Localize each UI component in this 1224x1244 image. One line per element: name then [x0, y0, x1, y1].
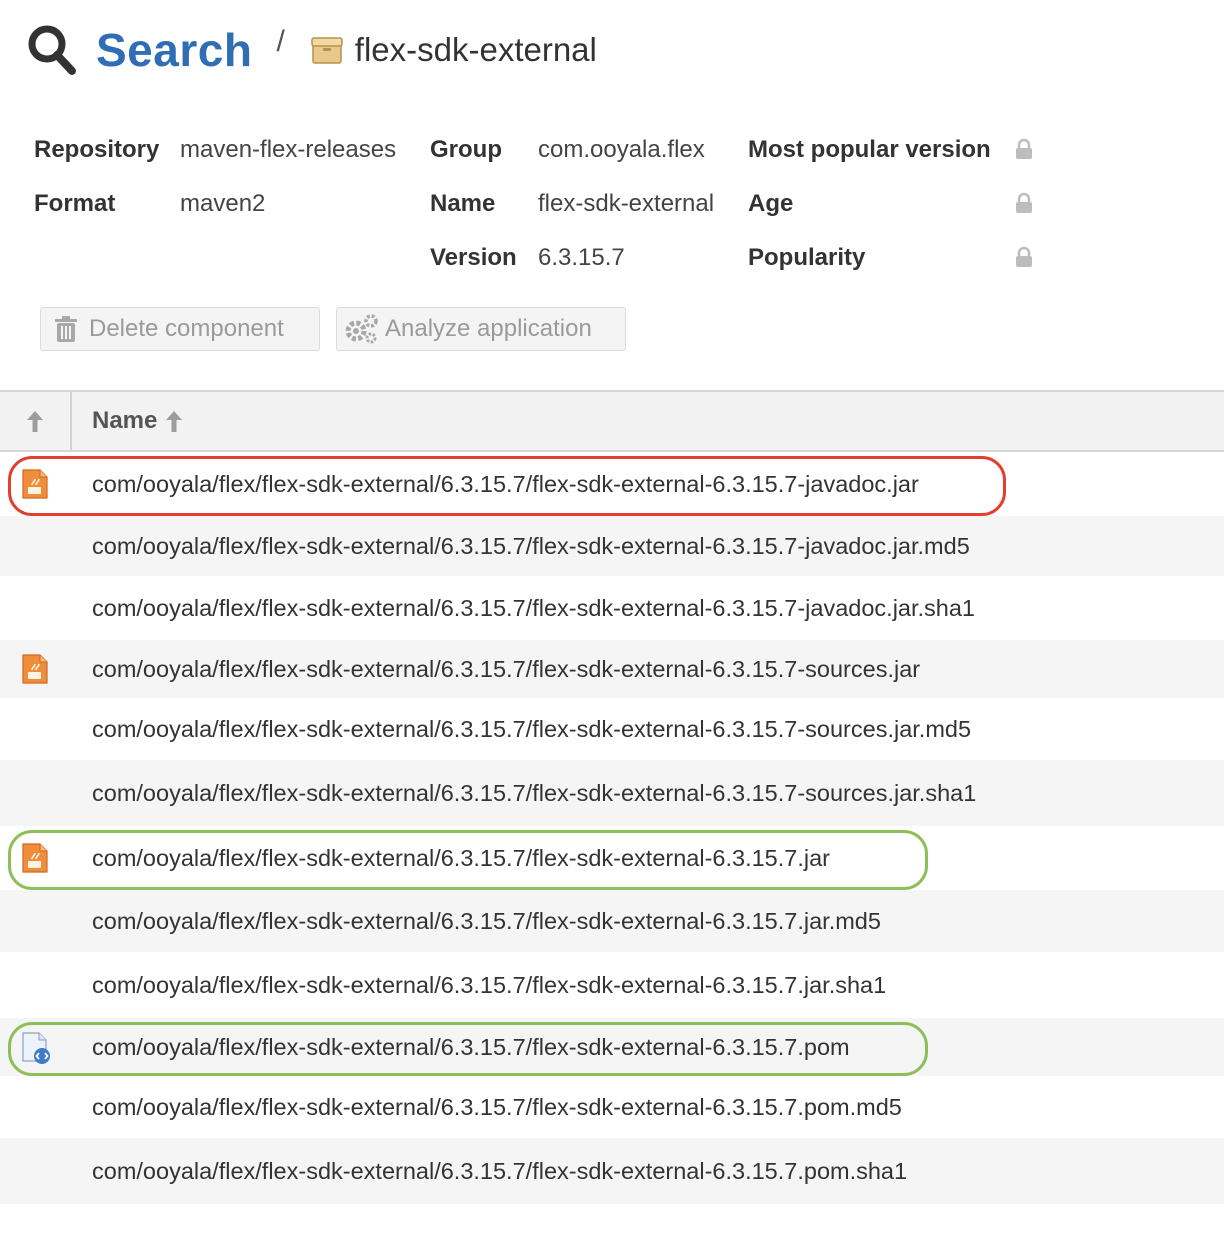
table-row[interactable]: com/ooyala/flex/flex-sdk-external/6.3.15…: [0, 516, 1224, 576]
gears-icon: [345, 314, 378, 344]
asset-path[interactable]: com/ooyala/flex/flex-sdk-external/6.3.15…: [92, 952, 886, 1018]
lock-icon: [1016, 192, 1032, 213]
breadcrumb-separator: /: [276, 25, 285, 58]
format-label: Format: [34, 190, 116, 217]
asset-path[interactable]: com/ooyala/flex/flex-sdk-external/6.3.15…: [92, 452, 919, 516]
asset-path[interactable]: com/ooyala/flex/flex-sdk-external/6.3.15…: [92, 1018, 850, 1076]
breadcrumb: Search / flex-sdk-external: [26, 18, 597, 82]
name-column-header[interactable]: Name: [92, 392, 183, 450]
table-row[interactable]: com/ooyala/flex/flex-sdk-external/6.3.15…: [0, 452, 1224, 516]
asset-path[interactable]: com/ooyala/flex/flex-sdk-external/6.3.15…: [92, 516, 970, 576]
table-row[interactable]: com/ooyala/flex/flex-sdk-external/6.3.15…: [0, 576, 1224, 640]
breadcrumb-current: flex-sdk-external: [354, 31, 597, 68]
breadcrumb-search-link[interactable]: Search: [96, 23, 252, 77]
sort-arrow-up-icon: [27, 411, 43, 432]
age-label: Age: [748, 190, 794, 217]
asset-path[interactable]: com/ooyala/flex/flex-sdk-external/6.3.15…: [92, 890, 881, 952]
jar-file-icon: [22, 469, 48, 499]
table-row[interactable]: com/ooyala/flex/flex-sdk-external/6.3.15…: [0, 1076, 1224, 1138]
search-icon[interactable]: [26, 22, 78, 78]
group-label: Group: [430, 136, 502, 163]
asset-path[interactable]: com/ooyala/flex/flex-sdk-external/6.3.15…: [92, 1138, 907, 1204]
asset-list: com/ooyala/flex/flex-sdk-external/6.3.15…: [0, 452, 1224, 1204]
repository-value: maven-flex-releases: [180, 136, 397, 163]
component-attributes: Repository maven-flex-releases Format ma…: [34, 130, 1054, 290]
format-value: maven2: [180, 190, 266, 217]
component-box-icon: [311, 37, 343, 64]
table-row[interactable]: com/ooyala/flex/flex-sdk-external/6.3.15…: [0, 952, 1224, 1018]
asset-path[interactable]: com/ooyala/flex/flex-sdk-external/6.3.15…: [92, 576, 975, 640]
lock-icon: [1016, 138, 1032, 159]
table-row[interactable]: com/ooyala/flex/flex-sdk-external/6.3.15…: [0, 698, 1224, 760]
asset-path[interactable]: com/ooyala/flex/flex-sdk-external/6.3.15…: [92, 698, 971, 760]
version-value: 6.3.15.7: [538, 244, 625, 271]
lock-icon: [1016, 246, 1032, 267]
popularity-label: Popularity: [748, 244, 866, 271]
table-row[interactable]: com/ooyala/flex/flex-sdk-external/6.3.15…: [0, 1018, 1224, 1076]
table-header: Name: [0, 390, 1224, 452]
table-row[interactable]: com/ooyala/flex/flex-sdk-external/6.3.15…: [0, 890, 1224, 952]
repository-label: Repository: [34, 136, 160, 163]
delete-component-button[interactable]: Delete component: [40, 307, 320, 351]
asset-path[interactable]: com/ooyala/flex/flex-sdk-external/6.3.15…: [92, 760, 976, 826]
analyze-application-button[interactable]: Analyze application: [336, 307, 626, 351]
asset-path[interactable]: com/ooyala/flex/flex-sdk-external/6.3.15…: [92, 640, 920, 698]
xml-file-icon: [22, 1032, 50, 1064]
asset-path[interactable]: com/ooyala/flex/flex-sdk-external/6.3.15…: [92, 1076, 902, 1138]
table-row[interactable]: com/ooyala/flex/flex-sdk-external/6.3.15…: [0, 1138, 1224, 1204]
name-value: flex-sdk-external: [538, 190, 715, 217]
delete-component-label: Delete component: [89, 315, 284, 342]
version-label: Version: [430, 244, 517, 271]
analyze-application-label: Analyze application: [385, 315, 592, 342]
sort-column-header[interactable]: [0, 392, 72, 450]
name-label: Name: [430, 190, 496, 217]
table-row[interactable]: com/ooyala/flex/flex-sdk-external/6.3.15…: [0, 826, 1224, 890]
most-popular-version-label: Most popular version: [748, 136, 991, 163]
jar-file-icon: [22, 843, 48, 873]
trash-icon: [55, 316, 77, 342]
table-row[interactable]: com/ooyala/flex/flex-sdk-external/6.3.15…: [0, 760, 1224, 826]
group-value: com.ooyala.flex: [538, 136, 705, 163]
asset-path[interactable]: com/ooyala/flex/flex-sdk-external/6.3.15…: [92, 826, 830, 890]
table-row[interactable]: com/ooyala/flex/flex-sdk-external/6.3.15…: [0, 640, 1224, 698]
sort-arrow-up-icon: [166, 411, 183, 432]
jar-file-icon: [22, 654, 48, 684]
name-column-label: Name: [92, 407, 158, 434]
